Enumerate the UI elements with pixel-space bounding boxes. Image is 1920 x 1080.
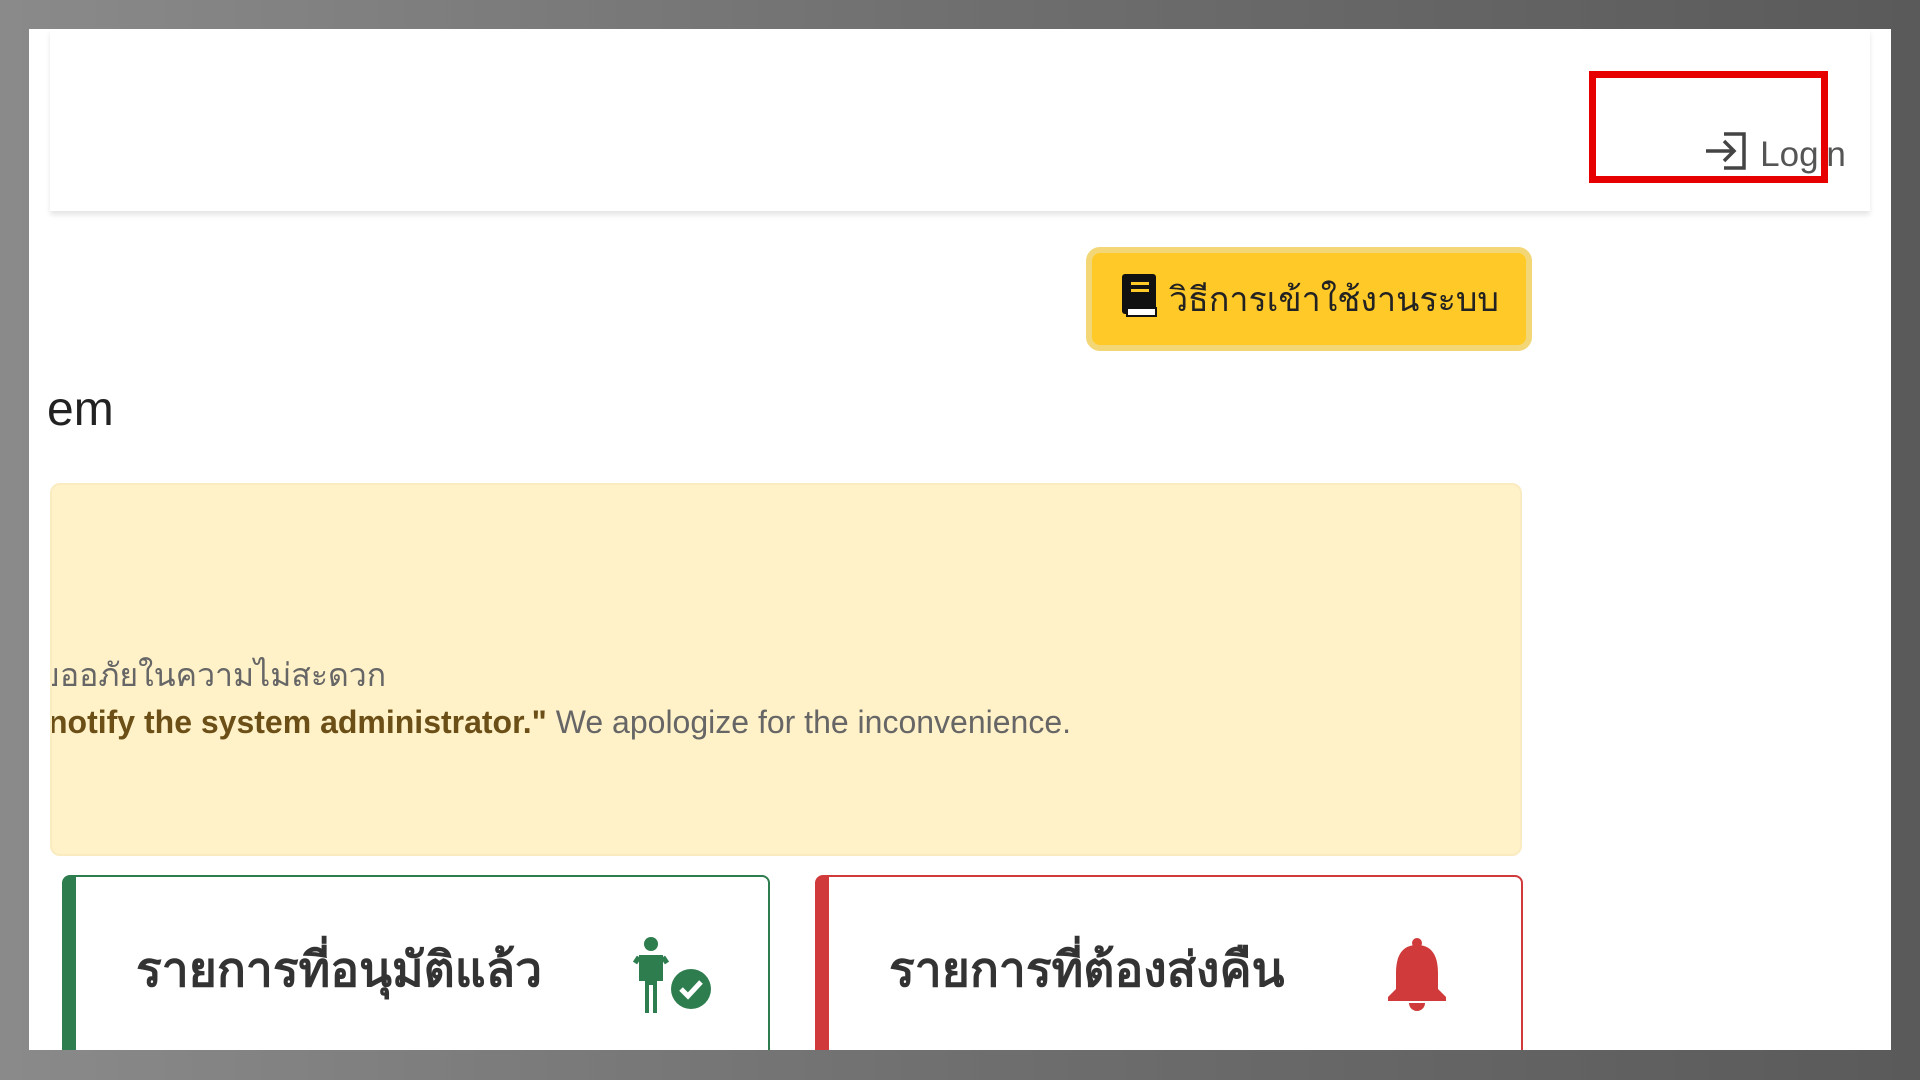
bell-icon — [1382, 937, 1452, 1022]
book-icon — [1119, 272, 1159, 327]
return-items-title: รายการที่ต้องส่งคืน — [889, 944, 1285, 997]
return-items-card[interactable]: รายการที่ต้องส่งคืน — [815, 875, 1523, 1050]
app-window: Login วิธีการเข้าใช้งานระบบ em ขออภัยในค… — [29, 29, 1891, 1050]
notice-english-rest: We apologize for the inconvenience. — [546, 704, 1072, 740]
approved-items-title: รายการที่อนุมัติแล้ว — [136, 944, 543, 997]
top-navbar: Login — [50, 29, 1870, 211]
approved-items-card[interactable]: รายการที่อนุมัติแล้ว — [62, 875, 770, 1050]
notice-alert: ขออภัยในความไม่สะดวก notify the system a… — [50, 483, 1522, 856]
page-title: em — [47, 383, 114, 436]
notice-english-bold: notify the system administrator." — [50, 704, 547, 740]
user-manual-button[interactable]: วิธีการเข้าใช้งานระบบ — [1086, 247, 1532, 351]
user-manual-label: วิธีการเข้าใช้งานระบบ — [1168, 281, 1500, 319]
login-label: Login — [1760, 135, 1846, 174]
login-button[interactable]: Login — [1662, 101, 1886, 209]
login-icon — [1702, 130, 1750, 181]
notice-thai-text: ขออภัยในความไม่สะดวก — [50, 657, 387, 693]
person-check-icon — [629, 937, 719, 1022]
notice-english-text: notify the system administrator." We apo… — [50, 704, 1072, 741]
